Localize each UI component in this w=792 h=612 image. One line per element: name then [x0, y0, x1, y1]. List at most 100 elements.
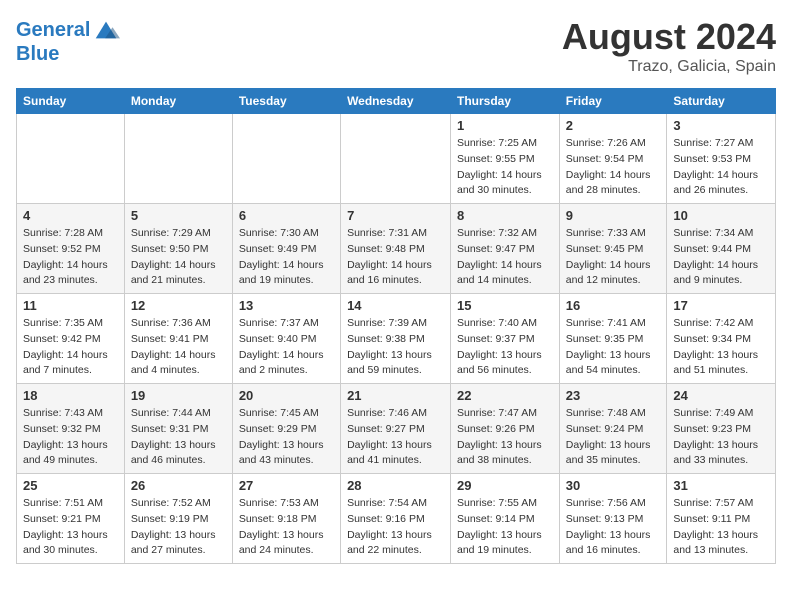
- day-info: Sunrise: 7:57 AMSunset: 9:11 PMDaylight:…: [673, 496, 769, 559]
- day-info: Sunrise: 7:36 AMSunset: 9:41 PMDaylight:…: [131, 316, 226, 379]
- day-number: 31: [673, 478, 769, 493]
- calendar-cell: 4 Sunrise: 7:28 AMSunset: 9:52 PMDaylight…: [17, 204, 125, 294]
- calendar-cell: 16 Sunrise: 7:41 AMSunset: 9:35 PMDayligh…: [559, 294, 667, 384]
- calendar-cell: 1Sunrise: 7:25 AMSunset: 9:55 PMDaylight…: [451, 114, 560, 204]
- day-number: 8: [457, 208, 553, 223]
- calendar-cell: 26 Sunrise: 7:52 AMSunset: 9:19 PMDayligh…: [124, 474, 232, 564]
- day-info: Sunrise: 7:40 AMSunset: 9:37 PMDaylight:…: [457, 316, 553, 379]
- calendar-cell: 6 Sunrise: 7:30 AMSunset: 9:49 PMDaylight…: [232, 204, 340, 294]
- day-info: Sunrise: 7:46 AMSunset: 9:27 PMDaylight:…: [347, 406, 444, 469]
- calendar-cell: 5Sunrise: 7:29 AMSunset: 9:50 PMDaylight…: [124, 204, 232, 294]
- day-number: 26: [131, 478, 226, 493]
- calendar: SundayMondayTuesdayWednesdayThursdayFrid…: [16, 88, 776, 564]
- day-number: 24: [673, 388, 769, 403]
- calendar-cell: 28 Sunrise: 7:54 AMSunset: 9:16 PMDayligh…: [341, 474, 451, 564]
- calendar-cell: 21Sunrise: 7:46 AMSunset: 9:27 PMDayligh…: [341, 384, 451, 474]
- day-number: 27: [239, 478, 334, 493]
- calendar-cell: 7Sunrise: 7:31 AMSunset: 9:48 PMDaylight…: [341, 204, 451, 294]
- calendar-cell: [124, 114, 232, 204]
- day-info: Sunrise: 7:47 AMSunset: 9:26 PMDaylight:…: [457, 406, 553, 469]
- calendar-cell: 13 Sunrise: 7:37 AMSunset: 9:40 PMDayligh…: [232, 294, 340, 384]
- calendar-cell: 14 Sunrise: 7:39 AMSunset: 9:38 PMDayligh…: [341, 294, 451, 384]
- day-info: Sunrise: 7:31 AMSunset: 9:48 PMDaylight:…: [347, 226, 444, 289]
- day-number: 17: [673, 298, 769, 313]
- day-info: Sunrise: 7:30 AMSunset: 9:49 PMDaylight:…: [239, 226, 334, 289]
- calendar-cell: 15 Sunrise: 7:40 AMSunset: 9:37 PMDayligh…: [451, 294, 560, 384]
- calendar-cell: 24 Sunrise: 7:49 AMSunset: 9:23 PMDayligh…: [667, 384, 776, 474]
- day-number: 10: [673, 208, 769, 223]
- day-info: Sunrise: 7:51 AMSunset: 9:21 PMDaylight:…: [23, 496, 118, 559]
- day-number: 25: [23, 478, 118, 493]
- day-info: Sunrise: 7:52 AMSunset: 9:19 PMDaylight:…: [131, 496, 226, 559]
- day-number: 3: [673, 118, 769, 133]
- day-info: Sunrise: 7:56 AMSunset: 9:13 PMDaylight:…: [566, 496, 661, 559]
- day-number: 4: [23, 208, 118, 223]
- column-header-tuesday: Tuesday: [232, 89, 340, 114]
- day-number: 6: [239, 208, 334, 223]
- column-header-thursday: Thursday: [451, 89, 560, 114]
- calendar-cell: [232, 114, 340, 204]
- day-number: 13: [239, 298, 334, 313]
- day-number: 9: [566, 208, 661, 223]
- calendar-cell: 20 Sunrise: 7:45 AMSunset: 9:29 PMDayligh…: [232, 384, 340, 474]
- column-header-saturday: Saturday: [667, 89, 776, 114]
- calendar-cell: 18 Sunrise: 7:43 AMSunset: 9:32 PMDayligh…: [17, 384, 125, 474]
- day-info: Sunrise: 7:48 AMSunset: 9:24 PMDaylight:…: [566, 406, 661, 469]
- calendar-header-row: SundayMondayTuesdayWednesdayThursdayFrid…: [17, 89, 776, 114]
- day-number: 30: [566, 478, 661, 493]
- day-info: Sunrise: 7:34 AMSunset: 9:44 PMDaylight:…: [673, 226, 769, 289]
- column-header-sunday: Sunday: [17, 89, 125, 114]
- calendar-cell: 23 Sunrise: 7:48 AMSunset: 9:24 PMDayligh…: [559, 384, 667, 474]
- calendar-cell: 3 Sunrise: 7:27 AMSunset: 9:53 PMDaylight…: [667, 114, 776, 204]
- day-info: Sunrise: 7:49 AMSunset: 9:23 PMDaylight:…: [673, 406, 769, 469]
- calendar-cell: 9 Sunrise: 7:33 AMSunset: 9:45 PMDaylight…: [559, 204, 667, 294]
- day-info: Sunrise: 7:37 AMSunset: 9:40 PMDaylight:…: [239, 316, 334, 379]
- calendar-cell: 2Sunrise: 7:26 AMSunset: 9:54 PMDaylight…: [559, 114, 667, 204]
- day-info: Sunrise: 7:32 AMSunset: 9:47 PMDaylight:…: [457, 226, 553, 289]
- calendar-cell: [341, 114, 451, 204]
- day-number: 15: [457, 298, 553, 313]
- day-number: 20: [239, 388, 334, 403]
- calendar-cell: 29Sunrise: 7:55 AMSunset: 9:14 PMDayligh…: [451, 474, 560, 564]
- day-number: 29: [457, 478, 553, 493]
- column-header-monday: Monday: [124, 89, 232, 114]
- calendar-cell: 8 Sunrise: 7:32 AMSunset: 9:47 PMDaylight…: [451, 204, 560, 294]
- day-info: Sunrise: 7:39 AMSunset: 9:38 PMDaylight:…: [347, 316, 444, 379]
- day-number: 1: [457, 118, 553, 133]
- calendar-cell: 11 Sunrise: 7:35 AMSunset: 9:42 PMDayligh…: [17, 294, 125, 384]
- day-info: Sunrise: 7:45 AMSunset: 9:29 PMDaylight:…: [239, 406, 334, 469]
- month-title: August 2024: [562, 16, 776, 58]
- day-number: 23: [566, 388, 661, 403]
- calendar-cell: 27Sunrise: 7:53 AMSunset: 9:18 PMDayligh…: [232, 474, 340, 564]
- calendar-cell: [17, 114, 125, 204]
- day-number: 16: [566, 298, 661, 313]
- logo-blue: Blue: [16, 44, 120, 64]
- column-header-friday: Friday: [559, 89, 667, 114]
- day-number: 22: [457, 388, 553, 403]
- column-header-wednesday: Wednesday: [341, 89, 451, 114]
- title-block: August 2024 Trazo, Galicia, Spain: [562, 16, 776, 76]
- day-info: Sunrise: 7:44 AMSunset: 9:31 PMDaylight:…: [131, 406, 226, 469]
- calendar-cell: 17Sunrise: 7:42 AMSunset: 9:34 PMDayligh…: [667, 294, 776, 384]
- calendar-week-5: 25 Sunrise: 7:51 AMSunset: 9:21 PMDayligh…: [17, 474, 776, 564]
- logo-text: General: [16, 20, 90, 40]
- calendar-week-1: 1Sunrise: 7:25 AMSunset: 9:55 PMDaylight…: [17, 114, 776, 204]
- day-number: 28: [347, 478, 444, 493]
- day-info: Sunrise: 7:33 AMSunset: 9:45 PMDaylight:…: [566, 226, 661, 289]
- calendar-cell: 19Sunrise: 7:44 AMSunset: 9:31 PMDayligh…: [124, 384, 232, 474]
- day-number: 14: [347, 298, 444, 313]
- day-info: Sunrise: 7:54 AMSunset: 9:16 PMDaylight:…: [347, 496, 444, 559]
- day-info: Sunrise: 7:41 AMSunset: 9:35 PMDaylight:…: [566, 316, 661, 379]
- day-info: Sunrise: 7:27 AMSunset: 9:53 PMDaylight:…: [673, 136, 769, 199]
- day-info: Sunrise: 7:43 AMSunset: 9:32 PMDaylight:…: [23, 406, 118, 469]
- calendar-cell: 31 Sunrise: 7:57 AMSunset: 9:11 PMDayligh…: [667, 474, 776, 564]
- page-header: General Blue August 2024 Trazo, Galicia,…: [16, 16, 776, 76]
- day-number: 11: [23, 298, 118, 313]
- day-number: 18: [23, 388, 118, 403]
- day-info: Sunrise: 7:28 AMSunset: 9:52 PMDaylight:…: [23, 226, 118, 289]
- calendar-cell: 25 Sunrise: 7:51 AMSunset: 9:21 PMDayligh…: [17, 474, 125, 564]
- day-info: Sunrise: 7:35 AMSunset: 9:42 PMDaylight:…: [23, 316, 118, 379]
- day-number: 2: [566, 118, 661, 133]
- logo-icon: [92, 16, 120, 44]
- calendar-cell: 22 Sunrise: 7:47 AMSunset: 9:26 PMDayligh…: [451, 384, 560, 474]
